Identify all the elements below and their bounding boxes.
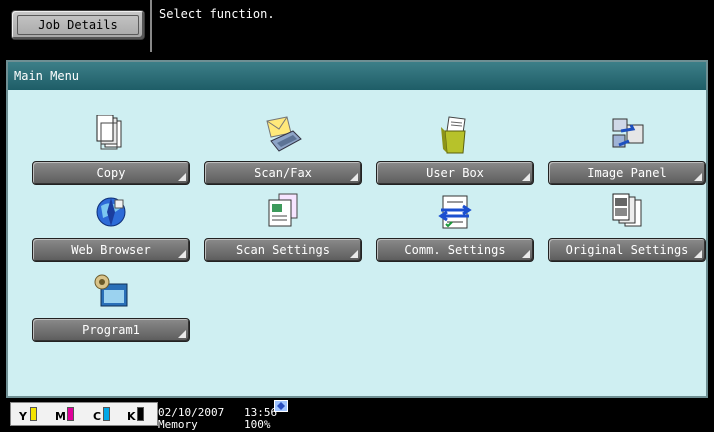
web-browser-button[interactable]: Web Browser: [32, 238, 190, 262]
function-web-browser: Web Browser: [32, 192, 190, 262]
toner-label-k: K: [127, 410, 136, 423]
copy-button[interactable]: Copy: [32, 161, 190, 185]
scan-settings-icon: [268, 193, 298, 227]
copy-icon: [96, 115, 122, 150]
toner-label-c: C: [93, 410, 102, 423]
original-settings-button[interactable]: Original Settings: [548, 238, 706, 262]
toner-level-m: [67, 407, 74, 421]
image-panel-button[interactable]: Image Panel: [548, 161, 706, 185]
status-time: 13:56: [244, 406, 278, 419]
toner-level-y: [30, 407, 37, 421]
comm-settings-icon: [438, 195, 472, 229]
toner-label-m: M: [55, 410, 66, 423]
header-divider: [150, 0, 152, 52]
scan-fax-button[interactable]: Scan/Fax: [204, 161, 362, 185]
status-bar: Y M C K 02/10/2007 Memory 13:56 100%: [0, 398, 714, 432]
toner-indicator: Y M C K: [10, 402, 158, 426]
scan-fax-icon: [266, 116, 302, 152]
function-scan-settings: Scan Settings: [204, 192, 362, 262]
function-user-box: User Box: [376, 115, 534, 185]
program1-button[interactable]: Program1: [32, 318, 190, 342]
status-message: Select function.: [159, 7, 275, 21]
function-original-settings: Original Settings: [548, 192, 706, 262]
image-panel-icon: [612, 118, 644, 148]
user-box-icon: [441, 116, 466, 154]
status-memory-value: 100%: [244, 418, 271, 431]
user-box-button[interactable]: User Box: [376, 161, 534, 185]
status-memory-label: Memory: [158, 418, 198, 431]
job-details-label: Job Details: [38, 18, 118, 32]
toner-label-y: Y: [19, 410, 27, 423]
status-date: 02/10/2007: [158, 406, 225, 419]
top-bar: Job Details Select function.: [0, 0, 714, 60]
scan-settings-button[interactable]: Scan Settings: [204, 238, 362, 262]
network-status-icon: [274, 400, 288, 412]
function-image-panel: Image Panel: [548, 115, 706, 185]
function-scan-fax: Scan/Fax: [204, 115, 362, 185]
program-icon: [94, 274, 128, 307]
panel-title: Main Menu: [8, 62, 706, 90]
original-settings-icon: [612, 193, 642, 227]
web-browser-icon: [96, 197, 126, 227]
function-comm-settings: Comm. Settings: [376, 192, 534, 262]
job-details-button[interactable]: Job Details: [11, 10, 145, 40]
function-copy: Copy: [32, 115, 190, 185]
function-program1: Program1: [32, 272, 190, 342]
toner-level-k: [137, 407, 144, 421]
comm-settings-button[interactable]: Comm. Settings: [376, 238, 534, 262]
toner-level-c: [103, 407, 110, 421]
main-menu-panel: Main Menu Copy Scan/Fax User Box Image P…: [6, 60, 708, 398]
